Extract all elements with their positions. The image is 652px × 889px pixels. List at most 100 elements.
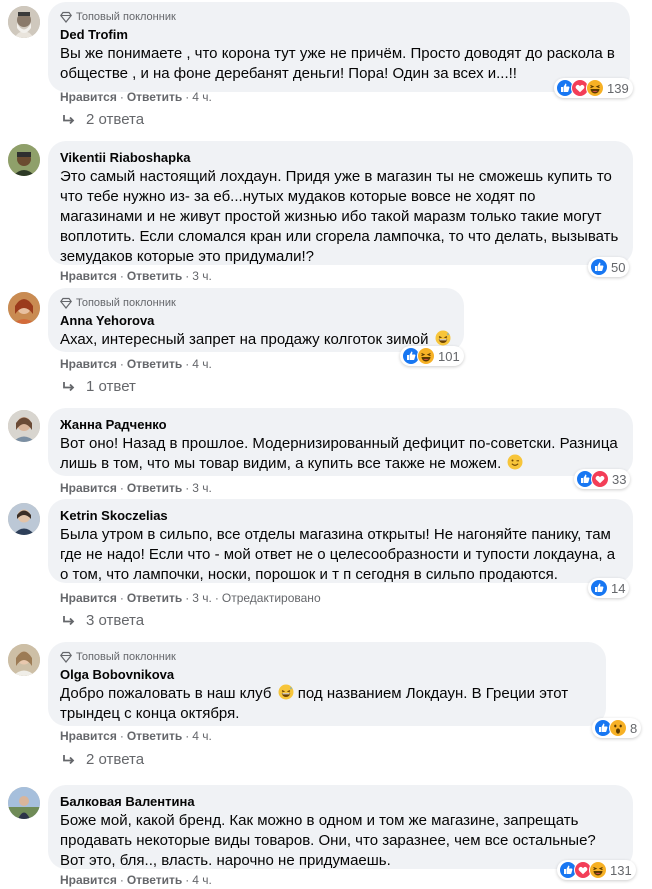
top-fan-badge: Топовый поклонник — [60, 296, 452, 310]
view-replies-link[interactable]: 3 ответа — [62, 611, 144, 631]
reply-link[interactable]: Ответить — [127, 90, 182, 104]
diamond-icon — [60, 297, 72, 309]
comment-author[interactable]: Ded Trofim — [60, 26, 618, 43]
reaction-summary[interactable]: 8 — [592, 718, 642, 738]
comment-actions: Нравится · Ответить · 3 ч. — [60, 480, 212, 496]
separator: · — [119, 729, 124, 743]
like-link[interactable]: Нравится — [60, 591, 117, 605]
comment-text: Ахах, интересный запрет на продажу колго… — [60, 330, 452, 350]
reaction-count: 14 — [611, 580, 626, 596]
separator: · — [119, 873, 124, 887]
reaction-summary[interactable]: 101 — [400, 346, 464, 366]
replies-count: 1 ответ — [86, 378, 136, 395]
comment-text: Боже мой, какой бренд. Как можно в одном… — [60, 812, 596, 869]
avatar[interactable] — [8, 6, 40, 38]
reply-arrow-icon — [63, 616, 75, 626]
comment-timestamp[interactable]: 3 ч. — [192, 269, 212, 283]
reply-link[interactable]: Ответить — [127, 729, 182, 743]
like-link[interactable]: Нравится — [60, 90, 117, 104]
reply-link[interactable]: Ответить — [127, 873, 182, 887]
comment-text-content: Ахах, интересный запрет на продажу колго… — [60, 331, 429, 348]
reaction-summary[interactable]: 131 — [557, 860, 636, 880]
comment-actions: Нравится · Ответить · 3 ч. — [60, 268, 212, 284]
comment-actions: Нравится · Ответить · 4 ч. — [60, 89, 212, 105]
comment-text: Добро пожаловать в наш клуб под название… — [60, 684, 594, 724]
comment-author[interactable]: Ketrin Skoczelias — [60, 507, 621, 524]
reaction-summary[interactable]: 50 — [588, 257, 630, 277]
like-link[interactable]: Нравится — [60, 873, 117, 887]
view-replies-link[interactable]: 2 ответа — [62, 110, 144, 130]
comment-bubble: Топовый поклонник Olga Bobovnikova Добро… — [48, 642, 606, 726]
top-fan-label: Топовый поклонник — [76, 296, 176, 309]
comment-text-before: Добро пожаловать в наш клуб — [60, 685, 272, 702]
view-replies-link[interactable]: 2 ответа — [62, 750, 144, 770]
reaction-count: 101 — [438, 348, 460, 364]
diamond-icon — [60, 651, 72, 663]
comment-author[interactable]: Жанна Радченко — [60, 416, 621, 433]
comment-timestamp[interactable]: 4 ч. — [192, 873, 212, 887]
reaction-count: 8 — [630, 720, 638, 736]
comment-author[interactable]: Балковая Валентина — [60, 793, 621, 810]
reaction-summary[interactable]: 33 — [574, 469, 631, 489]
avatar[interactable] — [8, 410, 40, 442]
separator: · — [214, 591, 219, 605]
like-link[interactable]: Нравится — [60, 481, 117, 495]
separator: · — [185, 591, 190, 605]
comment-bubble: Топовый поклонник Ded Trofim Вы же поним… — [48, 2, 630, 92]
replies-count: 2 ответа — [86, 111, 145, 128]
avatar[interactable] — [8, 292, 40, 324]
comment-timestamp[interactable]: 3 ч. — [192, 591, 212, 605]
top-fan-label: Топовый поклонник — [76, 10, 176, 23]
haha-icon — [417, 347, 435, 365]
comment-author[interactable]: Anna Yehorova — [60, 312, 452, 329]
like-link[interactable]: Нравится — [60, 269, 117, 283]
avatar[interactable] — [8, 787, 40, 819]
comment-bubble: Vikentii Riaboshapka Это самый настоящий… — [48, 141, 633, 265]
comment-timestamp[interactable]: 4 ч. — [192, 90, 212, 104]
avatar[interactable] — [8, 144, 40, 176]
reply-link[interactable]: Ответить — [127, 481, 182, 495]
view-replies-link[interactable]: 1 ответ — [62, 377, 136, 397]
wow-icon — [609, 719, 627, 737]
reply-link[interactable]: Ответить — [127, 591, 182, 605]
reply-link[interactable]: Ответить — [127, 357, 182, 371]
comment-text: Вы же понимаете , что корона тут уже не … — [60, 45, 615, 82]
reaction-summary[interactable]: 139 — [554, 78, 633, 98]
separator: · — [185, 729, 190, 743]
reaction-count: 50 — [611, 259, 626, 275]
reaction-count: 131 — [610, 862, 632, 878]
separator: · — [185, 357, 190, 371]
edited-label[interactable]: Отредактировано — [222, 591, 321, 605]
avatar[interactable] — [8, 644, 40, 676]
comment-actions: Нравится · Ответить · 4 ч. — [60, 872, 212, 888]
separator: · — [185, 481, 190, 495]
reaction-summary[interactable]: 14 — [588, 578, 630, 598]
comment-author[interactable]: Olga Bobovnikova — [60, 666, 594, 683]
comment-bubble: Топовый поклонник Anna Yehorova Ахах, ин… — [48, 288, 464, 352]
avatar[interactable] — [8, 503, 40, 535]
comment-timestamp[interactable]: 4 ч. — [192, 729, 212, 743]
haha-icon — [586, 79, 604, 97]
comment-bubble: Жанна Радченко Вот оно! Назад в прошлое.… — [48, 408, 633, 476]
reply-link[interactable]: Ответить — [127, 269, 182, 283]
top-fan-label: Топовый поклонник — [76, 650, 176, 663]
like-link[interactable]: Нравится — [60, 357, 117, 371]
like-icon — [590, 579, 608, 597]
comment-timestamp[interactable]: 3 ч. — [192, 481, 212, 495]
separator: · — [119, 481, 124, 495]
separator: · — [119, 269, 124, 283]
separator: · — [119, 591, 124, 605]
separator: · — [185, 90, 190, 104]
top-fan-badge: Топовый поклонник — [60, 10, 618, 24]
diamond-icon — [60, 11, 72, 23]
reply-arrow-icon — [63, 115, 75, 125]
comment-text-content: Вот оно! Назад в прошлое. Модернизирован… — [60, 435, 618, 472]
comment-timestamp[interactable]: 4 ч. — [192, 357, 212, 371]
top-fan-badge: Топовый поклонник — [60, 650, 594, 664]
reply-arrow-icon — [63, 382, 75, 392]
comment-author[interactable]: Vikentii Riaboshapka — [60, 149, 621, 166]
love-icon — [591, 470, 609, 488]
separator: · — [119, 357, 124, 371]
like-link[interactable]: Нравится — [60, 729, 117, 743]
comment-text: Вот оно! Назад в прошлое. Модернизирован… — [60, 434, 621, 474]
